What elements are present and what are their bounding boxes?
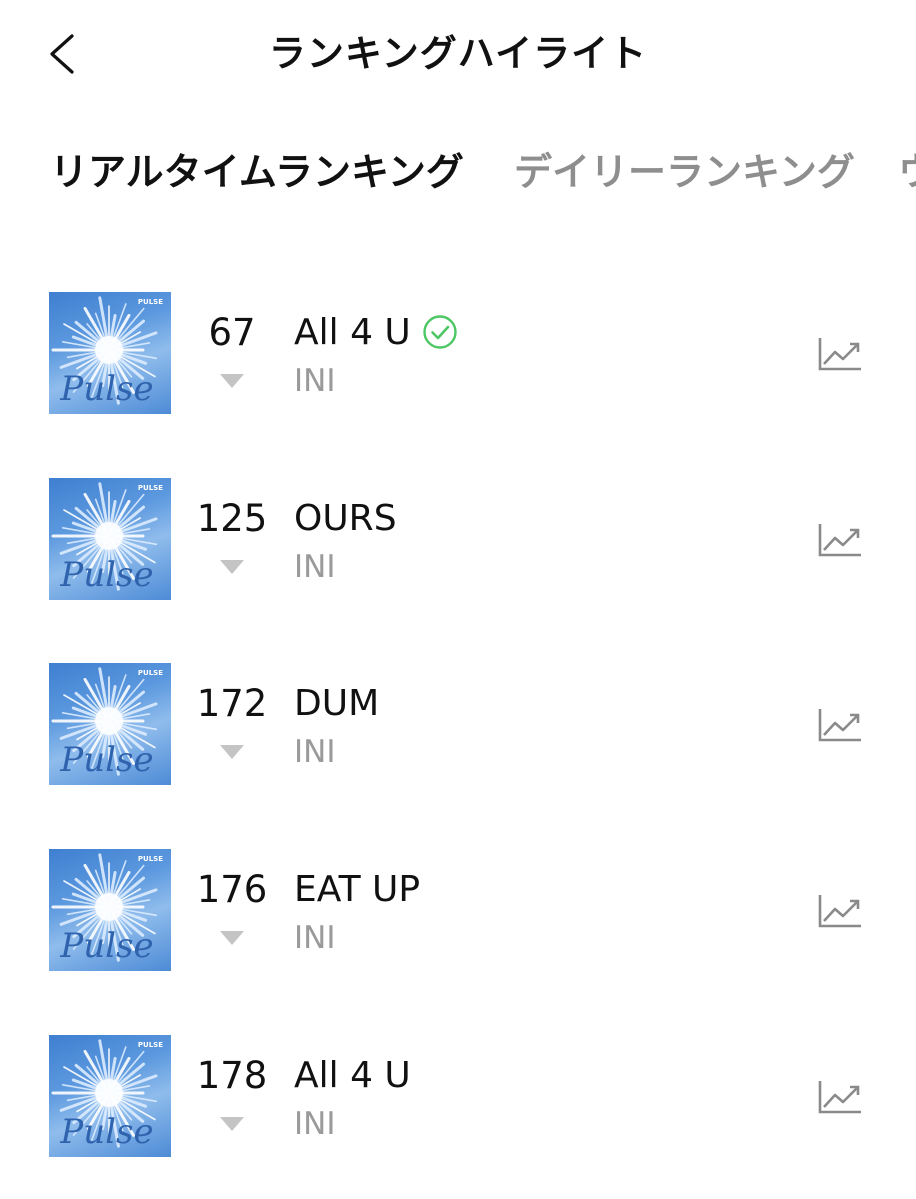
album-cover: PULSE Pulse: [49, 292, 171, 414]
album-script-logo: Pulse: [59, 555, 153, 595]
album-script-logo: Pulse: [59, 926, 153, 966]
ranking-row[interactable]: PULSE Pulse 172 DUM INI: [0, 663, 916, 793]
album-cover: PULSE Pulse: [49, 1035, 171, 1157]
ranking-tabs: リアルタイムランキング デイリーランキング ウ: [0, 140, 916, 204]
check-circle-icon: [423, 315, 457, 349]
album-script-logo: Pulse: [59, 369, 153, 409]
song-title: DUM: [294, 683, 380, 724]
album-cover: PULSE Pulse: [49, 663, 171, 785]
album-cover: PULSE Pulse: [49, 478, 171, 600]
artist-name: INI: [294, 1106, 336, 1142]
song-title: All 4 U: [294, 312, 411, 353]
ranking-row[interactable]: PULSE Pulse 67 All 4 U INI: [0, 292, 916, 422]
album-brand-label: PULSE: [138, 298, 163, 306]
chart-trend-icon[interactable]: [818, 893, 862, 929]
ranking-row[interactable]: PULSE Pulse 125 OURS INI: [0, 478, 916, 608]
rank-down-icon: [220, 374, 244, 388]
tab-realtime-ranking[interactable]: リアルタイムランキング: [50, 146, 476, 198]
chart-trend-icon[interactable]: [818, 522, 862, 558]
album-brand-label: PULSE: [138, 484, 163, 492]
artist-name: INI: [294, 734, 336, 770]
chart-trend-icon[interactable]: [818, 336, 862, 372]
tab-weekly-ranking[interactable]: ウ: [898, 146, 916, 198]
page-title: ランキングハイライト: [268, 32, 648, 75]
rank-down-icon: [220, 1117, 244, 1131]
album-brand-label: PULSE: [138, 1041, 163, 1049]
tab-daily-ranking[interactable]: デイリーランキング: [514, 146, 864, 198]
song-title: OURS: [294, 498, 397, 539]
rank-down-icon: [220, 745, 244, 759]
album-art-illustration: PULSE Pulse: [51, 1039, 163, 1152]
album-art-illustration: PULSE Pulse: [51, 482, 163, 595]
rank-number: 176: [196, 868, 268, 911]
album-script-logo: Pulse: [59, 740, 153, 780]
ranking-row[interactable]: PULSE Pulse 178 All 4 U INI: [0, 1035, 916, 1165]
artist-name: INI: [294, 549, 336, 585]
album-brand-label: PULSE: [138, 855, 163, 863]
song-title: EAT UP: [294, 869, 421, 910]
artist-name: INI: [294, 920, 336, 956]
rank-down-icon: [220, 931, 244, 945]
album-script-logo: Pulse: [59, 1112, 153, 1152]
chart-trend-icon[interactable]: [818, 1079, 862, 1115]
album-art-illustration: PULSE Pulse: [51, 667, 163, 780]
ranking-row[interactable]: PULSE Pulse 176 EAT UP INI: [0, 849, 916, 979]
rank-down-icon: [220, 560, 244, 574]
header-bar: ランキングハイライト: [0, 0, 916, 110]
rank-number: 178: [196, 1054, 268, 1097]
album-brand-label: PULSE: [138, 669, 163, 677]
album-cover: PULSE Pulse: [49, 849, 171, 971]
album-art-illustration: PULSE Pulse: [51, 853, 163, 966]
artist-name: INI: [294, 363, 336, 399]
song-title: All 4 U: [294, 1055, 411, 1096]
rank-number: 172: [196, 682, 268, 725]
chart-trend-icon[interactable]: [818, 707, 862, 743]
rank-number: 125: [196, 497, 268, 540]
rank-number: 67: [208, 311, 256, 354]
album-art-illustration: PULSE Pulse: [51, 296, 163, 409]
